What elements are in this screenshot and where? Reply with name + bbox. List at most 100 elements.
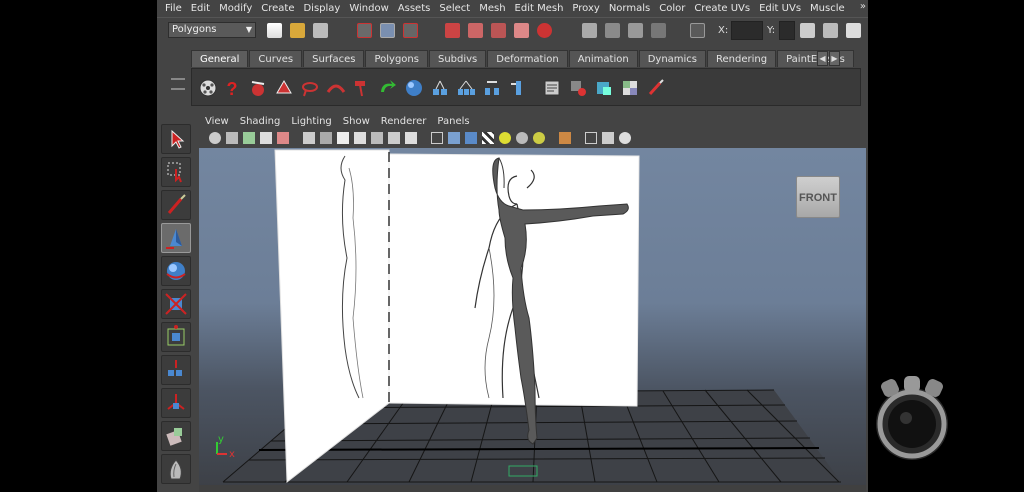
select-by-object-icon[interactable] (380, 23, 395, 38)
x-field[interactable] (731, 21, 763, 40)
camera-attributes-icon[interactable] (226, 132, 238, 144)
tab-curves[interactable]: Curves (249, 50, 303, 67)
menu-normals[interactable]: Normals (609, 3, 650, 14)
universal-manipulator-tool[interactable] (161, 322, 191, 352)
input-mode-icon[interactable] (690, 23, 705, 38)
render-settings-icon[interactable] (651, 23, 666, 38)
rotate-tool[interactable] (161, 256, 191, 286)
render-view-icon[interactable] (568, 78, 588, 98)
tab-dynamics[interactable]: Dynamics (638, 50, 707, 67)
camera-joystick-icon[interactable] (868, 374, 956, 464)
panel-menu-view[interactable]: View (205, 116, 229, 127)
script-editor-icon[interactable] (542, 78, 562, 98)
show-manipulator-tool[interactable] (161, 388, 191, 418)
soft-select-icon[interactable] (326, 78, 346, 98)
channel-box-icon[interactable] (846, 23, 861, 38)
save-scene-icon[interactable] (313, 23, 328, 38)
constraint-icon[interactable] (508, 78, 528, 98)
textured-icon[interactable] (482, 132, 494, 144)
select-by-component-icon[interactable] (403, 23, 418, 38)
menu-color[interactable]: Color (659, 3, 685, 14)
move-tool[interactable] (161, 223, 191, 253)
shelf-menu-handle[interactable] (167, 70, 189, 108)
arrow-redo-icon[interactable] (378, 78, 398, 98)
snap-to-curve-icon[interactable] (468, 23, 483, 38)
wireframe-on-shaded-icon[interactable] (465, 132, 477, 144)
ik-handle-icon[interactable] (456, 78, 476, 98)
tab-subdivs[interactable]: Subdivs (428, 50, 487, 67)
resolution-gate-icon[interactable] (337, 132, 349, 144)
tool-settings-icon[interactable] (823, 23, 838, 38)
menu-create[interactable]: Create (261, 3, 294, 14)
menu-display[interactable]: Display (303, 3, 340, 14)
hammer-icon[interactable] (352, 78, 372, 98)
snap-to-grid-icon[interactable] (445, 23, 460, 38)
xray-joints-icon[interactable] (602, 132, 614, 144)
tab-general[interactable]: General (191, 50, 249, 67)
film-gate-icon[interactable] (320, 132, 332, 144)
view-cube-front[interactable]: FRONT (796, 176, 840, 218)
tab-painteffects[interactable]: PaintEffects (777, 50, 854, 67)
wireframe-icon[interactable] (431, 132, 443, 144)
panel-menu-show[interactable]: Show (343, 116, 370, 127)
shelf-left-arrow-icon[interactable]: ◀ (817, 51, 828, 66)
shelf-right-arrow-icon[interactable]: ▶ (829, 51, 840, 66)
select-by-hierarchy-icon[interactable] (357, 23, 372, 38)
select-tool[interactable] (161, 124, 191, 154)
tab-deformation[interactable]: Deformation (487, 50, 568, 67)
image-plane-icon[interactable] (260, 132, 272, 144)
shadows-icon[interactable] (533, 132, 545, 144)
uv-texture-icon[interactable] (620, 78, 640, 98)
attribute-editor-icon[interactable] (800, 23, 815, 38)
perspective-viewport[interactable]: y x FRONT (199, 148, 866, 492)
scale-tool[interactable] (161, 289, 191, 319)
safe-action-icon[interactable] (388, 132, 400, 144)
sculpt-icon[interactable] (274, 78, 294, 98)
make-live-icon[interactable] (537, 23, 552, 38)
y-field[interactable] (779, 21, 795, 40)
menu-set-select[interactable]: Polygons ▼ (168, 22, 256, 38)
menu-create-uvs[interactable]: Create UVs (694, 3, 750, 14)
ipr-render-icon[interactable] (628, 23, 643, 38)
film-reel-icon[interactable] (198, 78, 218, 98)
menu-edit[interactable]: Edit (191, 3, 210, 14)
help-icon[interactable]: ? (222, 78, 242, 98)
hypershade-icon[interactable] (594, 78, 614, 98)
menu-proxy[interactable]: Proxy (572, 3, 599, 14)
lasso-tool[interactable] (161, 157, 191, 187)
last-used-tool[interactable] (161, 421, 191, 451)
isolate-select-icon[interactable] (559, 132, 571, 144)
panel-menu-renderer[interactable]: Renderer (381, 116, 427, 127)
gate-mask-icon[interactable] (354, 132, 366, 144)
panel-menu-panels[interactable]: Panels (437, 116, 469, 127)
safe-title-icon[interactable] (405, 132, 417, 144)
menu-muscle[interactable]: Muscle (810, 3, 845, 14)
tab-animation[interactable]: Animation (568, 50, 638, 67)
paint-select-icon[interactable] (248, 78, 268, 98)
paint-brush-icon[interactable] (646, 78, 666, 98)
menu-mesh[interactable]: Mesh (479, 3, 505, 14)
bookmark-icon[interactable] (243, 132, 255, 144)
render-icon[interactable] (605, 23, 620, 38)
menu-file[interactable]: File (165, 3, 182, 14)
sculpt-tool[interactable] (161, 454, 191, 484)
skin-bind-icon[interactable] (482, 78, 502, 98)
snap-to-point-icon[interactable] (491, 23, 506, 38)
menu-window[interactable]: Window (349, 3, 388, 14)
menu-select[interactable]: Select (439, 3, 470, 14)
menu-overflow-icon[interactable]: » (860, 1, 866, 12)
panel-menu-lighting[interactable]: Lighting (291, 116, 331, 127)
panel-menu-shading[interactable]: Shading (240, 116, 281, 127)
sphere-icon[interactable] (404, 78, 424, 98)
lasso-icon[interactable] (300, 78, 320, 98)
joint-tool-icon[interactable] (430, 78, 450, 98)
tab-polygons[interactable]: Polygons (365, 50, 428, 67)
smooth-shade-icon[interactable] (448, 132, 460, 144)
paint-selection-tool[interactable] (161, 190, 191, 220)
open-scene-icon[interactable] (290, 23, 305, 38)
xray-components-icon[interactable] (619, 132, 631, 144)
use-default-lights-icon[interactable] (499, 132, 511, 144)
soft-modification-tool[interactable] (161, 355, 191, 385)
new-scene-icon[interactable] (267, 23, 282, 38)
menu-edit-uvs[interactable]: Edit UVs (759, 3, 801, 14)
